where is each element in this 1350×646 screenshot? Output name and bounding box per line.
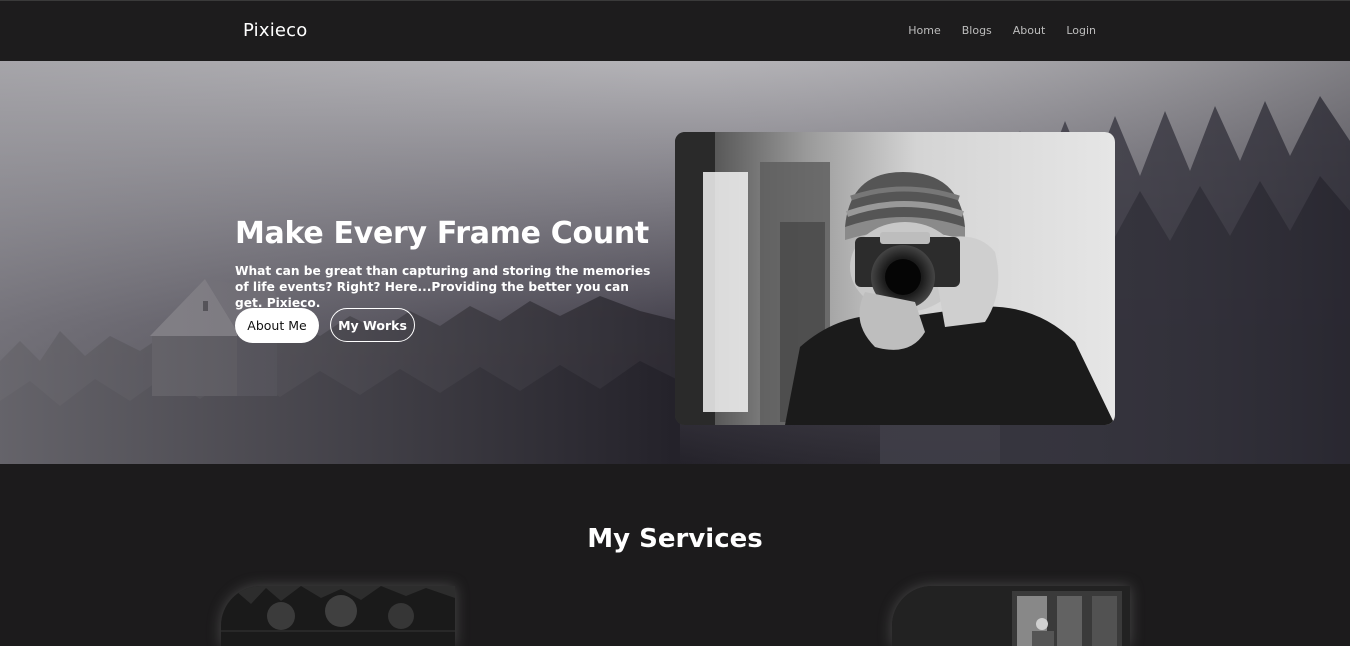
photographer-photo-icon [675, 132, 1115, 425]
services-title: My Services [587, 524, 763, 554]
forest-thumbnail-icon [221, 586, 455, 646]
service-card-2[interactable] [892, 586, 1130, 646]
my-works-button[interactable]: My Works [330, 308, 415, 342]
hero-photo [675, 132, 1115, 425]
nav-link-home[interactable]: Home [908, 24, 940, 38]
hero-description: What can be great than capturing and sto… [235, 264, 651, 310]
nav-link-about[interactable]: About [1013, 24, 1046, 38]
hero-title: Make Every Frame Count [235, 216, 649, 251]
about-me-button[interactable]: About Me [235, 308, 319, 343]
navbar: Pixieco Home Blogs About Login [0, 0, 1350, 61]
nav-link-blogs[interactable]: Blogs [962, 24, 992, 38]
hero-section: Make Every Frame Count What can be great… [0, 61, 1350, 464]
nav-link-login[interactable]: Login [1066, 24, 1096, 38]
interior-thumbnail-icon [892, 586, 1130, 646]
service-card-1[interactable] [221, 586, 455, 646]
brand-logo[interactable]: Pixieco [243, 20, 308, 42]
nav-links: Home Blogs About Login [887, 24, 1096, 38]
